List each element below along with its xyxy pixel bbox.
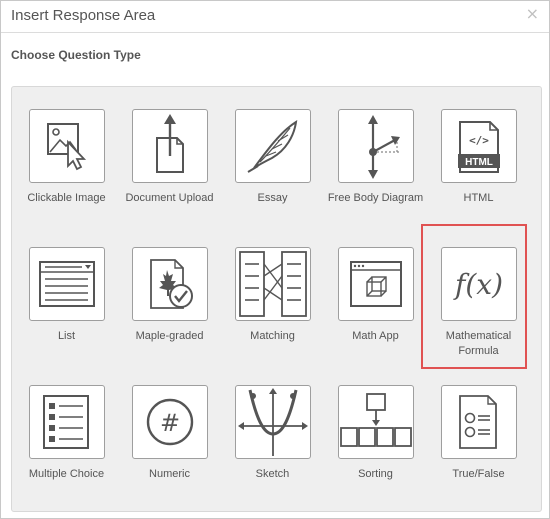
type-label: Matching	[250, 330, 295, 342]
type-free-body-diagram[interactable]: Free Body Diagram	[324, 109, 427, 239]
type-label: Clickable Image	[27, 192, 106, 204]
type-sketch[interactable]: Sketch	[221, 385, 324, 515]
type-label: Mathematical Formula	[445, 330, 512, 357]
html-file-icon: </> HTML	[458, 121, 500, 173]
type-matching[interactable]: Matching	[221, 247, 324, 377]
type-html[interactable]: </> HTML HTML	[427, 109, 530, 239]
sorting-boxes-icon	[340, 393, 412, 447]
type-clickable-image[interactable]: Clickable Image	[15, 109, 118, 239]
type-label: Maple-graded	[135, 330, 204, 342]
tile[interactable]: #	[132, 385, 208, 459]
type-essay[interactable]: Essay	[221, 109, 324, 239]
svg-text:#: #	[160, 409, 180, 437]
document-upload-icon	[156, 114, 184, 173]
maple-leaf-check-icon	[150, 259, 193, 309]
list-dropdown-icon	[39, 261, 95, 307]
tile[interactable]	[338, 109, 414, 183]
type-label: Document Upload	[125, 192, 214, 204]
question-type-grid: Clickable Image Document Upload Essay Fr…	[11, 86, 542, 512]
type-multiple-choice[interactable]: Multiple Choice	[15, 385, 118, 515]
tile[interactable]	[29, 247, 105, 321]
type-label: Essay	[257, 192, 288, 204]
type-label: Multiple Choice	[28, 468, 105, 480]
section-title: Choose Question Type	[11, 48, 141, 62]
type-label: True/False	[452, 468, 505, 480]
type-sorting[interactable]: Sorting	[324, 385, 427, 515]
fx-formula-icon: f(x)	[453, 268, 503, 301]
svg-text:</>: </>	[469, 134, 489, 147]
type-label: Free Body Diagram	[327, 192, 424, 204]
tile[interactable]	[235, 109, 311, 183]
hash-circle-icon: #	[146, 398, 194, 446]
dialog-titlebar: Insert Response Area ×	[1, 1, 549, 33]
feather-pen-icon	[247, 120, 298, 173]
true-false-icon	[459, 395, 497, 449]
tile[interactable]	[132, 109, 208, 183]
type-label: Sketch	[255, 468, 290, 480]
type-document-upload[interactable]: Document Upload	[118, 109, 221, 239]
type-label: Numeric	[149, 468, 190, 480]
tile[interactable]	[441, 385, 517, 459]
type-label: Math App	[352, 330, 399, 342]
type-mathematical-formula[interactable]: f(x) Mathematical Formula	[427, 247, 530, 377]
type-label: List	[57, 330, 76, 342]
type-maple-graded[interactable]: Maple-graded	[118, 247, 221, 377]
free-body-diagram-icon	[368, 115, 401, 179]
dialog-title: Insert Response Area	[11, 7, 156, 24]
type-true-false[interactable]: True/False	[427, 385, 530, 515]
math-app-cube-icon	[350, 261, 402, 307]
clickable-image-icon	[47, 123, 87, 171]
tile[interactable]	[338, 385, 414, 459]
svg-text:HTML: HTML	[465, 157, 493, 168]
type-label: HTML	[463, 192, 494, 204]
sketch-axes-icon	[238, 388, 308, 456]
matching-icon	[239, 251, 307, 317]
type-numeric[interactable]: # Numeric	[118, 385, 221, 515]
close-icon[interactable]: ×	[526, 4, 539, 23]
tile[interactable]	[132, 247, 208, 321]
tile[interactable]	[338, 247, 414, 321]
tile[interactable]: </> HTML	[441, 109, 517, 183]
insert-response-area-dialog: Insert Response Area × Choose Question T…	[0, 0, 550, 519]
tile[interactable]	[29, 109, 105, 183]
tile[interactable]: f(x)	[441, 247, 517, 321]
tile[interactable]	[235, 247, 311, 321]
type-list[interactable]: List	[15, 247, 118, 377]
type-math-app[interactable]: Math App	[324, 247, 427, 377]
type-label: Sorting	[358, 468, 393, 480]
multiple-choice-icon	[43, 395, 89, 449]
tile[interactable]	[29, 385, 105, 459]
svg-text:f(x): f(x)	[453, 268, 503, 301]
tile[interactable]	[235, 385, 311, 459]
